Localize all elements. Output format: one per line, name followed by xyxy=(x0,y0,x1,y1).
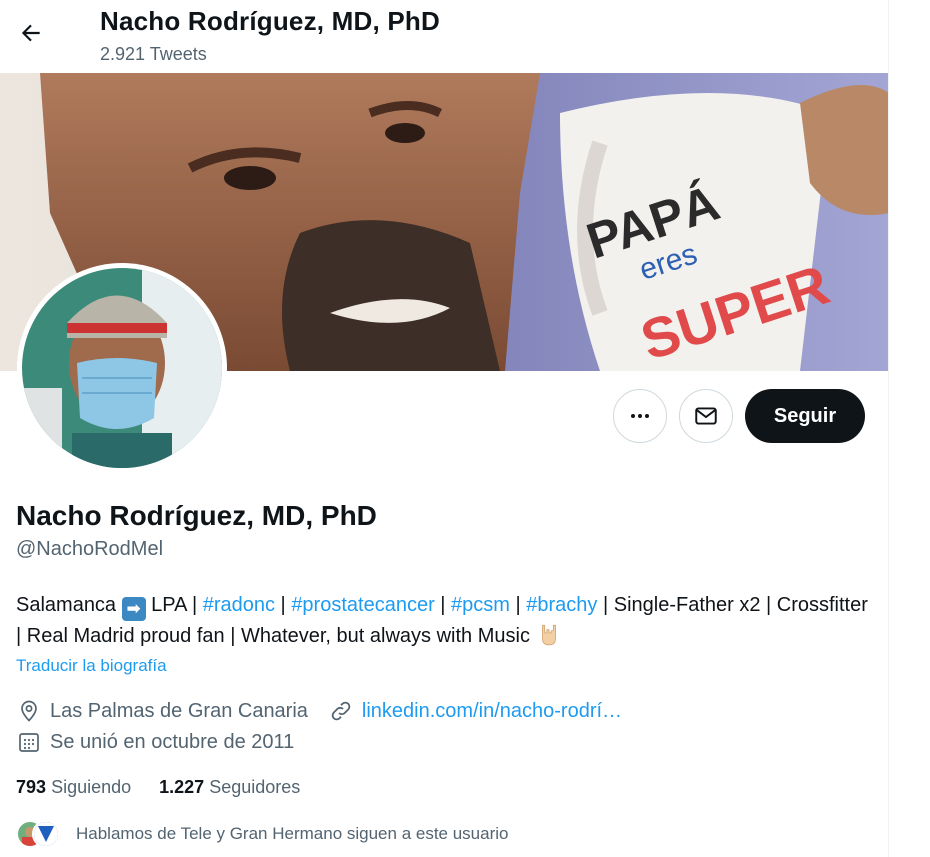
bio-separator: | xyxy=(509,594,527,616)
message-button[interactable] xyxy=(679,389,733,443)
calendar-icon xyxy=(16,729,42,755)
right-gutter xyxy=(890,0,930,857)
hashtag-link[interactable]: #pcsm xyxy=(451,594,510,616)
mutual-avatar xyxy=(32,820,60,848)
profile-bio: Salamanca ➡ LPA | #radonc | #prostatecan… xyxy=(16,590,876,652)
following-label: Siguiendo xyxy=(51,777,132,797)
profile-meta-location-url: Las Palmas de Gran Canaria linkedin.com/… xyxy=(16,698,622,724)
follow-button[interactable]: Seguir xyxy=(745,389,865,443)
hashtag-link[interactable]: #brachy xyxy=(526,594,597,616)
bio-text: Salamanca xyxy=(16,594,117,616)
envelope-icon xyxy=(695,407,717,425)
follow-counts: 793 Siguiendo 1.227 Seguidores xyxy=(16,777,300,798)
profile-website-link[interactable]: linkedin.com/in/nacho-rodrí… xyxy=(362,700,622,723)
arrow-left-icon xyxy=(21,24,40,42)
profile-meta-joined: Se unió en octubre de 2011 xyxy=(16,729,294,755)
followers-label: Seguidores xyxy=(209,777,301,797)
hashtag-link[interactable]: #radonc xyxy=(203,594,275,616)
profile-joined-date: Se unió en octubre de 2011 xyxy=(50,730,295,753)
back-button[interactable] xyxy=(12,14,50,52)
tweet-count: 2.921 Tweets xyxy=(100,44,207,64)
mutual-followers-avatars xyxy=(16,820,62,848)
hashtag-link[interactable]: #prostatecancer xyxy=(291,594,434,616)
profile-header-bar: Nacho Rodríguez, MD, PhD 2.921 Tweets xyxy=(0,0,888,73)
right-arrow-emoji-icon: ➡ xyxy=(121,597,146,621)
translate-bio-link[interactable]: Traducir la biografía xyxy=(16,656,167,676)
profile-location: Las Palmas de Gran Canaria xyxy=(50,699,308,722)
bio-separator: | xyxy=(275,594,292,616)
location-pin-icon xyxy=(16,698,42,724)
followers-count: 1.227 xyxy=(159,777,205,797)
following-count: 793 xyxy=(16,777,47,797)
following-link[interactable]: 793 Siguiendo xyxy=(16,777,131,798)
profile-column: Nacho Rodríguez, MD, PhD 2.921 Tweets PA… xyxy=(0,0,889,857)
more-button[interactable] xyxy=(613,389,667,443)
followers-you-know[interactable]: Hablamos de Tele y Gran Hermano siguen a… xyxy=(16,820,508,848)
mutual-followers-text: Hablamos de Tele y Gran Hermano siguen a… xyxy=(76,824,509,843)
link-icon xyxy=(328,698,354,724)
more-dots-icon xyxy=(631,414,649,418)
rock-hand-emoji-icon xyxy=(541,624,556,646)
profile-handle: @NachoRodMel xyxy=(16,538,164,560)
followers-link[interactable]: 1.227 Seguidores xyxy=(159,777,300,798)
bio-separator: | xyxy=(434,594,452,616)
header-title: Nacho Rodríguez, MD, PhD xyxy=(100,6,440,36)
bio-text: LPA | xyxy=(145,594,203,616)
profile-avatar[interactable] xyxy=(17,263,227,473)
profile-name: Nacho Rodríguez, MD, PhD xyxy=(16,500,377,531)
